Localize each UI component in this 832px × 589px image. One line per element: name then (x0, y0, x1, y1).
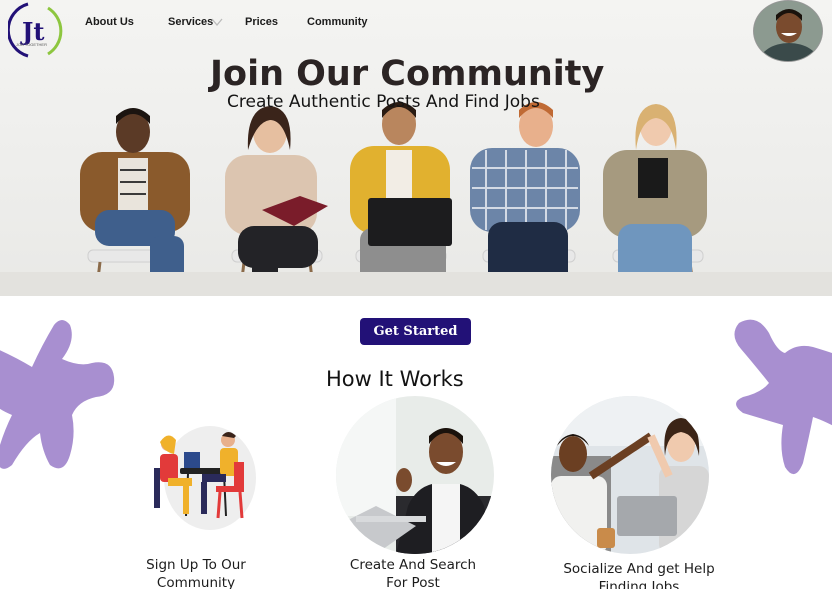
step-label-socialize: Socialize And get Help Finding Jobs (563, 561, 715, 589)
get-started-button[interactable]: Get Started (360, 318, 471, 345)
how-it-works-heading: How It Works (326, 367, 464, 391)
step-label-create: Create And Search For Post (349, 557, 477, 589)
hero-title: Join Our Community (210, 54, 605, 94)
create-search-photo (336, 396, 494, 554)
nav-community[interactable]: Community (307, 16, 368, 28)
hero-photo-people (80, 102, 707, 296)
chevron-down-icon[interactable] (211, 17, 223, 27)
avatar[interactable] (753, 0, 823, 62)
logo-tagline: JOB TOGETHER (16, 42, 47, 47)
nav-services[interactable]: Services (168, 16, 213, 28)
paint-splat-decoration (0, 320, 115, 469)
hero-subtitle: Create Authentic Posts And Find Jobs (227, 92, 540, 112)
signup-illustration (154, 426, 256, 530)
logo[interactable]: Jt JOB TOGETHER (8, 0, 70, 62)
step-label-signup: Sign Up To Our Community (146, 557, 246, 589)
nav-prices[interactable]: Prices (245, 16, 278, 28)
paint-splat-decoration (734, 319, 832, 474)
socialize-photo (551, 396, 709, 554)
nav-about-us[interactable]: About Us (85, 16, 134, 28)
hero-banner (0, 0, 832, 296)
